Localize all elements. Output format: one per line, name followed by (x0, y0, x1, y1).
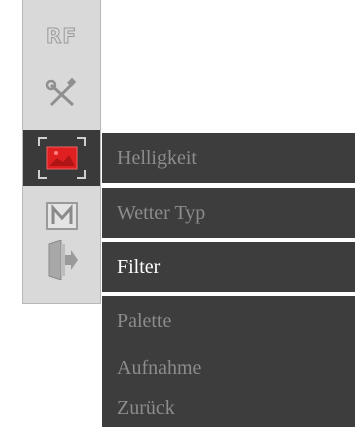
menu-item-helligkeit[interactable]: Helligkeit (102, 133, 355, 183)
menu-item-filter[interactable]: Filter (102, 242, 355, 292)
menu-item-aufnahme[interactable]: Aufnahme (102, 343, 355, 393)
exit-button[interactable] (23, 232, 100, 288)
menu-item-zurueck[interactable]: Zurück (102, 389, 355, 427)
image-adjust-button[interactable] (23, 130, 100, 186)
image-adjust-icon (37, 137, 86, 179)
wrench-screwdriver-icon (45, 77, 76, 107)
tools-button[interactable] (23, 66, 100, 122)
rf-icon: RF (45, 24, 78, 49)
exit-door-icon (48, 240, 78, 280)
menu-item-palette[interactable]: Palette (102, 296, 355, 346)
m-icon (45, 202, 78, 230)
menu-item-wetter-typ[interactable]: Wetter Typ (102, 188, 355, 238)
side-toolbar: RF (22, 0, 101, 304)
rf-button[interactable]: RF (23, 8, 100, 64)
